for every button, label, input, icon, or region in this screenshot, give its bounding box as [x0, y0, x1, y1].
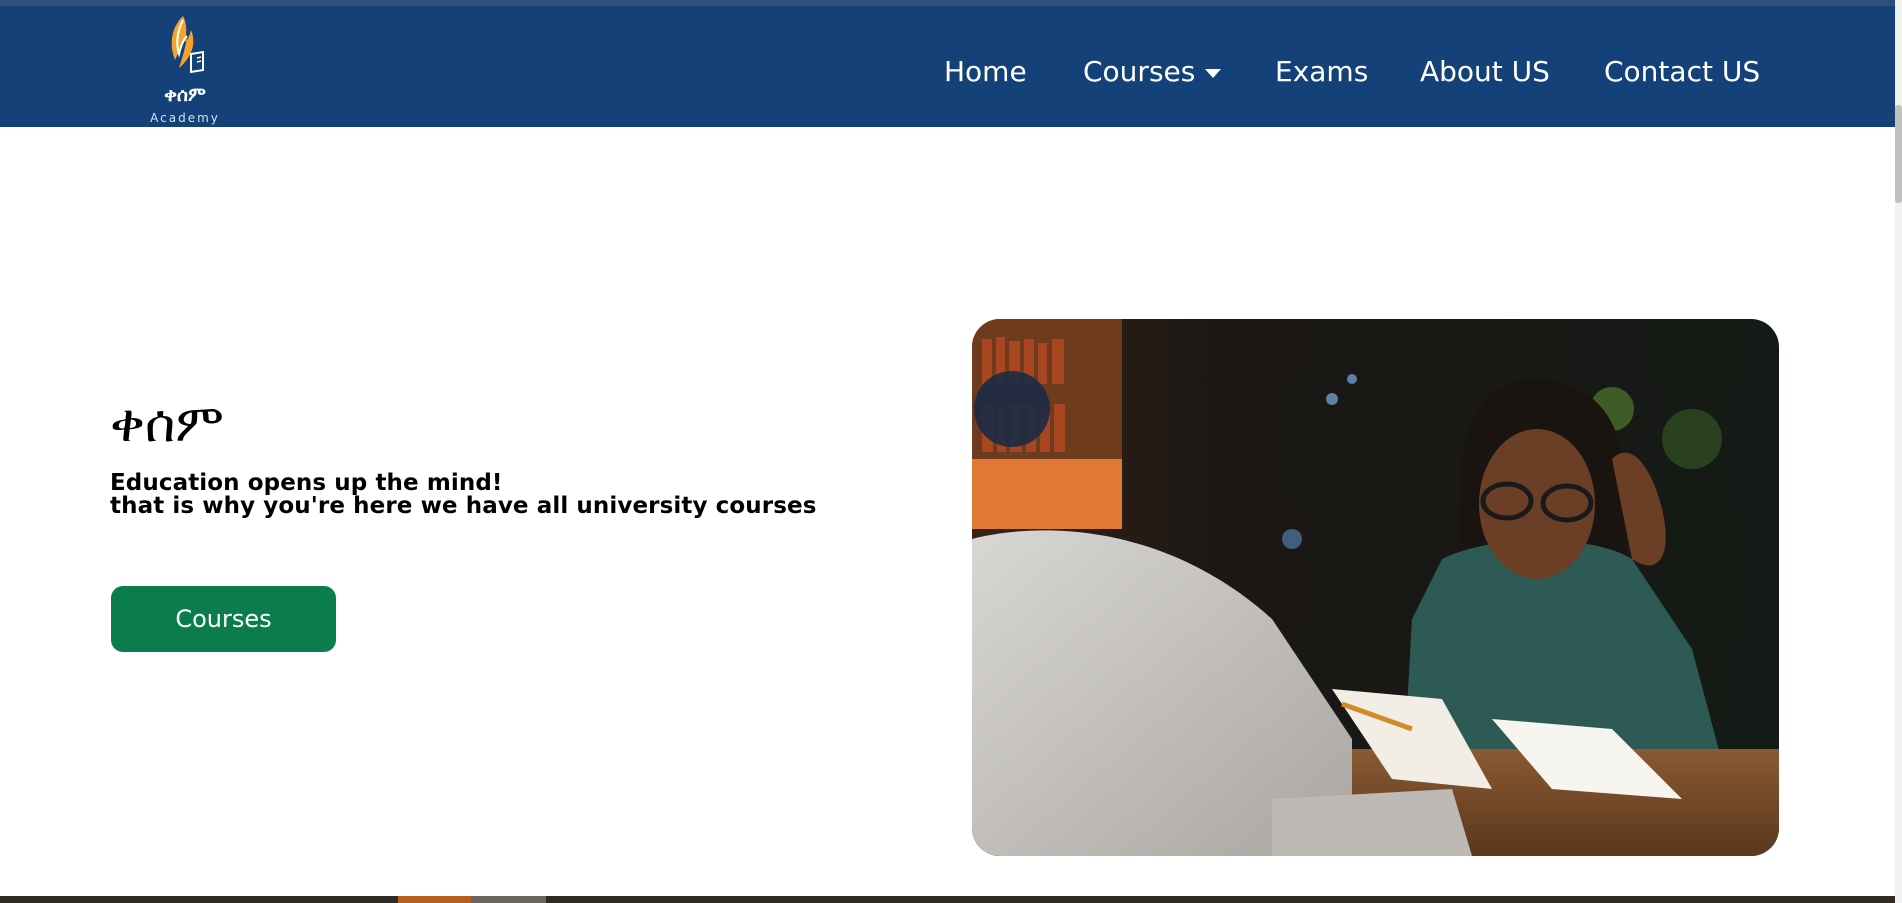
- hero-tagline-2: that is why you're here we have all univ…: [110, 493, 817, 519]
- next-section-edge-accent: [398, 896, 471, 903]
- hero-tagline-1: Education opens up the mind!: [110, 470, 503, 496]
- nav-contact[interactable]: Contact US: [1604, 54, 1760, 90]
- nav-courses-label: Courses: [1083, 55, 1196, 88]
- courses-button[interactable]: Courses: [111, 586, 336, 652]
- hero-title: ቀሰም: [110, 394, 224, 454]
- scrollbar-thumb[interactable]: [1895, 105, 1902, 203]
- nav-about[interactable]: About US: [1420, 54, 1550, 90]
- hero-image: [972, 319, 1779, 856]
- nav-exams[interactable]: Exams: [1275, 54, 1368, 90]
- next-section-edge: [0, 896, 1895, 903]
- navbar: ቀሰም Academy Home Courses Exams About US …: [0, 6, 1895, 127]
- page-scrollbar[interactable]: [1895, 0, 1902, 903]
- logo-wordmark: ቀሰም: [164, 84, 206, 106]
- next-section-edge-accent: [471, 896, 546, 903]
- nav-courses[interactable]: Courses: [1083, 54, 1222, 90]
- logo-subtitle: Academy: [150, 111, 220, 125]
- brand-logo[interactable]: ቀሰም Academy: [145, 14, 225, 125]
- nav-home[interactable]: Home: [944, 54, 1027, 90]
- student-studying-photo: [972, 319, 1779, 856]
- flame-quill-logo: [171, 16, 204, 74]
- chevron-down-icon: [1205, 68, 1222, 78]
